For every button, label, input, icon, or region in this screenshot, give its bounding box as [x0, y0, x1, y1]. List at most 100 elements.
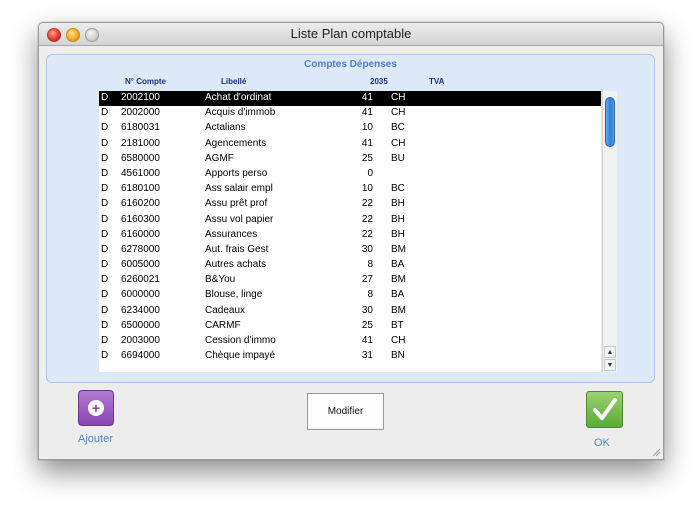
- account-code-cell: BH: [391, 228, 405, 240]
- account-type-cell: D: [101, 304, 109, 316]
- title-bar[interactable]: Liste Plan comptable: [39, 23, 663, 46]
- account-row[interactable]: D 6160300 Assu vol papier 22 BH: [99, 213, 601, 228]
- account-row[interactable]: D 6234000 Cadeaux 30 BM: [99, 304, 601, 319]
- account-type-cell: D: [101, 137, 109, 149]
- accounts-panel: Comptes Dépenses N° Compte Libellé 2035 …: [46, 54, 655, 383]
- account-label-cell: Assu vol papier: [205, 213, 274, 225]
- add-account-button[interactable]: +: [78, 390, 114, 426]
- account-number-cell: 2002000: [121, 107, 160, 119]
- account-row[interactable]: D 6160000 Assurances 22 BH: [99, 228, 601, 243]
- account-label-cell: Cadeaux: [205, 304, 246, 316]
- account-label-cell: Achat d'ordinat: [205, 92, 272, 103]
- account-row[interactable]: D 6278000 Aut. frais Gest 30 BM: [99, 243, 601, 258]
- account-type-cell: D: [101, 319, 109, 331]
- account-type-cell: D: [101, 92, 109, 103]
- accounts-list[interactable]: D 2002100 Achat d'ordinat 41 CH D 2002000 Acqui…: [99, 91, 601, 372]
- scroll-down-arrow-icon[interactable]: ▼: [604, 359, 616, 371]
- account-number-cell: 4561000: [121, 167, 160, 179]
- account-label-cell: Assu prêt prof: [205, 198, 268, 210]
- add-account-label[interactable]: Ajouter: [78, 433, 113, 445]
- scrollbar-thumb[interactable]: [605, 97, 615, 147]
- account-row[interactable]: D 6180100 Ass salair empl 10 BC: [99, 182, 601, 197]
- account-type-cell: D: [101, 335, 109, 346]
- account-number-cell: 6278000: [121, 243, 160, 255]
- account-number-cell: 2181000: [121, 137, 160, 149]
- account-2035-cell: 25: [361, 319, 373, 331]
- modify-button[interactable]: Modifier: [307, 393, 384, 430]
- plus-icon: +: [88, 400, 104, 416]
- account-type-cell: D: [101, 107, 109, 119]
- account-type-cell: D: [101, 259, 109, 271]
- account-code-cell: BA: [391, 259, 405, 271]
- account-code-cell: BC: [391, 122, 405, 134]
- account-code-cell: BH: [391, 213, 405, 225]
- account-row[interactable]: D 2002100 Achat d'ordinat 41 CH: [99, 91, 601, 107]
- account-code-cell: CH: [391, 335, 406, 346]
- window-title: Liste Plan comptable: [290, 26, 412, 41]
- account-label-cell: Actalians: [205, 122, 246, 134]
- account-2035-cell: 41: [361, 92, 373, 103]
- account-type-cell: D: [101, 289, 109, 301]
- account-row[interactable]: D 6694000 Chèque impayé 31 BN: [99, 349, 601, 364]
- account-type-cell: D: [101, 122, 109, 134]
- account-number-cell: 6160000: [121, 228, 160, 240]
- account-row[interactable]: D 6260021 B&You 27 BM: [99, 273, 601, 288]
- account-code-cell: BC: [391, 183, 405, 195]
- account-label-cell: Agencements: [205, 137, 267, 149]
- account-label-cell: CARMF: [205, 319, 241, 331]
- plan-comptable-window: Liste Plan comptable Comptes Dépenses N°…: [38, 22, 664, 460]
- account-2035-cell: 30: [361, 243, 373, 255]
- account-type-cell: D: [101, 243, 109, 255]
- account-2035-cell: 22: [361, 228, 373, 240]
- column-header-compte[interactable]: N° Compte: [125, 77, 166, 86]
- account-row[interactable]: D 2002000 Acquis d'immob 41 CH: [99, 106, 601, 121]
- account-2035-cell: 8: [367, 259, 373, 271]
- account-row[interactable]: D 6160200 Assu prêt prof 22 BH: [99, 197, 601, 212]
- ok-button[interactable]: [586, 391, 623, 428]
- account-code-cell: BH: [391, 198, 405, 210]
- account-type-cell: D: [101, 213, 109, 225]
- account-2035-cell: 22: [361, 198, 373, 210]
- account-row[interactable]: D 6005000 Autres achats 8 BA: [99, 258, 601, 273]
- account-row[interactable]: D 2003000 Cession d'immo 41 CH: [99, 334, 601, 349]
- account-type-cell: D: [101, 167, 109, 179]
- account-label-cell: AGMF: [205, 152, 234, 164]
- account-2035-cell: 27: [361, 274, 373, 286]
- account-number-cell: 6160200: [121, 198, 160, 210]
- ok-label[interactable]: OK: [594, 437, 610, 449]
- account-number-cell: 2002100: [121, 92, 160, 103]
- column-header-tva[interactable]: TVA: [429, 77, 444, 86]
- account-label-cell: Autres achats: [205, 259, 267, 271]
- account-row[interactable]: D 6500000 CARMF 25 BT: [99, 319, 601, 334]
- account-number-cell: 6000000: [121, 289, 160, 301]
- account-2035-cell: 10: [361, 183, 373, 195]
- account-2035-cell: 8: [367, 289, 373, 301]
- scroll-up-arrow-icon[interactable]: ▲: [604, 346, 616, 358]
- column-header-libelle[interactable]: Libellé: [221, 77, 246, 86]
- account-2035-cell: 22: [361, 213, 373, 225]
- column-header-2035[interactable]: 2035: [370, 77, 388, 86]
- account-label-cell: Blouse, linge: [205, 289, 263, 301]
- account-2035-cell: 10: [361, 122, 373, 134]
- account-row[interactable]: D 2181000 Agencements 41 CH: [99, 137, 601, 152]
- account-code-cell: BA: [391, 289, 405, 301]
- account-number-cell: 6500000: [121, 319, 160, 331]
- account-number-cell: 6180100: [121, 183, 160, 195]
- checkmark-icon: [593, 398, 617, 420]
- account-code-cell: BM: [391, 243, 406, 255]
- account-row[interactable]: D 6180031 Actalians 10 BC: [99, 121, 601, 136]
- section-title: Comptes Dépenses: [304, 59, 397, 70]
- account-type-cell: D: [101, 152, 109, 164]
- account-number-cell: 6580000: [121, 152, 160, 164]
- account-row[interactable]: D 6580000 AGMF 25 BU: [99, 152, 601, 167]
- account-2035-cell: 41: [361, 335, 373, 346]
- account-code-cell: BT: [391, 319, 404, 331]
- account-code-cell: CH: [391, 92, 406, 103]
- list-scrollbar[interactable]: ▲ ▼: [602, 91, 617, 372]
- account-row[interactable]: D 4561000 Apports perso 0: [99, 167, 601, 182]
- account-number-cell: 6005000: [121, 259, 160, 271]
- account-row[interactable]: D 6000000 Blouse, linge 8 BA: [99, 288, 601, 303]
- account-2035-cell: 41: [361, 107, 373, 119]
- account-2035-cell: 30: [361, 304, 373, 316]
- resize-grip-icon[interactable]: [651, 447, 661, 457]
